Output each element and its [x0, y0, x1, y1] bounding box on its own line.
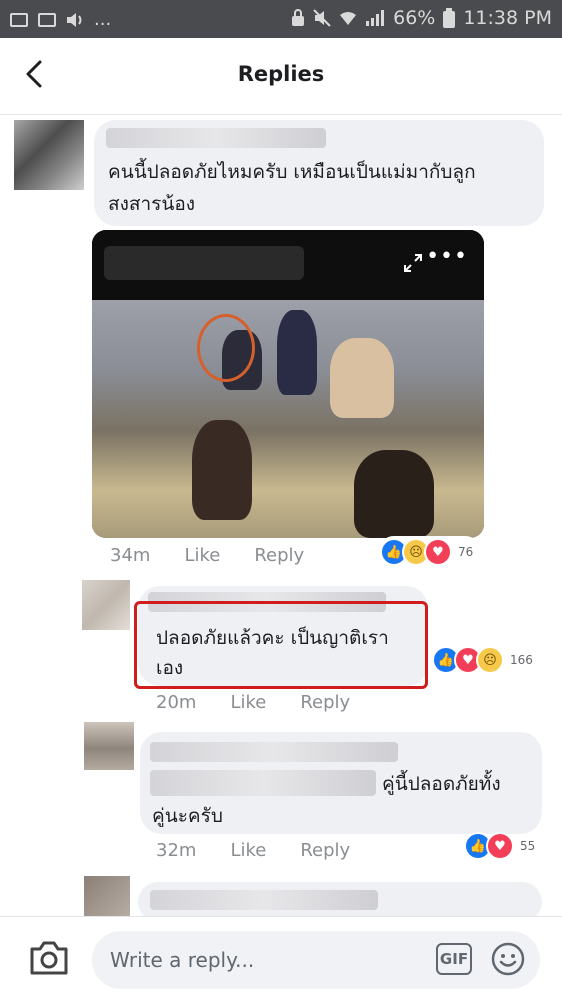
- reaction-summary[interactable]: 👍 ♥ 55: [464, 832, 535, 860]
- sad-reaction-icon: ☹: [476, 646, 504, 674]
- reply-button[interactable]: Reply: [300, 840, 350, 861]
- mute-icon: [313, 9, 331, 27]
- clock-time: 11:38 PM: [463, 7, 552, 29]
- highlight-box: [134, 601, 428, 689]
- avatar[interactable]: [84, 722, 134, 770]
- blurred-text: [150, 770, 376, 796]
- replies-header: Replies: [0, 38, 562, 114]
- reaction-count: 76: [458, 545, 474, 559]
- video-title: [104, 246, 304, 280]
- love-reaction-icon: ♥: [486, 832, 514, 860]
- figure: [192, 420, 252, 520]
- comment-time: 34m: [110, 545, 151, 566]
- commenter-name[interactable]: [106, 128, 326, 148]
- reply-placeholder: Write a reply...: [110, 948, 255, 972]
- smiley-icon[interactable]: [490, 941, 526, 977]
- reaction-summary[interactable]: 👍 ♥ ☹ 166: [432, 646, 533, 674]
- overflow-dots: ...: [94, 9, 112, 30]
- reply-button[interactable]: Reply: [254, 545, 304, 566]
- comment-actions: 20m Like Reply: [156, 692, 350, 713]
- comment-actions: 32m Like Reply: [156, 840, 350, 861]
- comment-text-line: คู่นี้ปลอดภัยทั้ง: [382, 773, 501, 795]
- comment-time: 20m: [156, 692, 197, 713]
- camera-icon[interactable]: [28, 939, 70, 977]
- reply-input[interactable]: Write a reply... GIF: [92, 931, 540, 989]
- comment-text-line: คนนี้ปลอดภัยไหมครับ เหมือนเป็นแม่มากับลู…: [108, 161, 476, 183]
- figure: [277, 310, 317, 395]
- commenter-name[interactable]: [150, 890, 378, 910]
- highlight-circle: [197, 314, 255, 382]
- battery-percent: 66%: [393, 7, 436, 29]
- page-title: Replies: [237, 62, 325, 86]
- reply-composer: Write a reply... GIF: [0, 916, 562, 1001]
- battery-icon: [443, 8, 456, 28]
- avatar[interactable]: [14, 120, 84, 190]
- reply-button[interactable]: Reply: [300, 692, 350, 713]
- avatar[interactable]: [82, 580, 130, 630]
- speaker-icon: [67, 12, 82, 27]
- wifi-icon: [340, 12, 357, 25]
- video-frame: [92, 300, 484, 538]
- signal-icon: [366, 10, 385, 26]
- avatar[interactable]: [84, 876, 130, 918]
- figure: [354, 450, 434, 538]
- comment-time: 32m: [156, 840, 197, 861]
- comment-actions: 34m Like Reply: [110, 545, 304, 566]
- like-button[interactable]: Like: [230, 692, 266, 713]
- commenter-name[interactable]: [150, 742, 398, 762]
- folder-notification-icon: [38, 12, 56, 27]
- lock-icon: [292, 9, 305, 26]
- comment-text-line: คู่นะครับ: [152, 805, 223, 827]
- love-reaction-icon: ♥: [424, 538, 452, 566]
- reaction-count: 55: [520, 839, 536, 853]
- like-button[interactable]: Like: [184, 545, 220, 566]
- gif-icon[interactable]: GIF: [436, 943, 472, 975]
- reaction-summary[interactable]: 👍 ☹ ♥ 76: [378, 536, 482, 568]
- more-icon[interactable]: •••: [426, 244, 468, 269]
- image-notification-icon: [10, 12, 28, 27]
- status-bar: ... 66% 11:38 PM: [0, 0, 562, 38]
- figure: [330, 338, 394, 418]
- video-attachment[interactable]: •••: [92, 230, 484, 538]
- comment-text-line: สงสารน้อง: [108, 193, 196, 215]
- like-button[interactable]: Like: [230, 840, 266, 861]
- reaction-count: 166: [510, 653, 533, 667]
- expand-icon[interactable]: [402, 252, 424, 274]
